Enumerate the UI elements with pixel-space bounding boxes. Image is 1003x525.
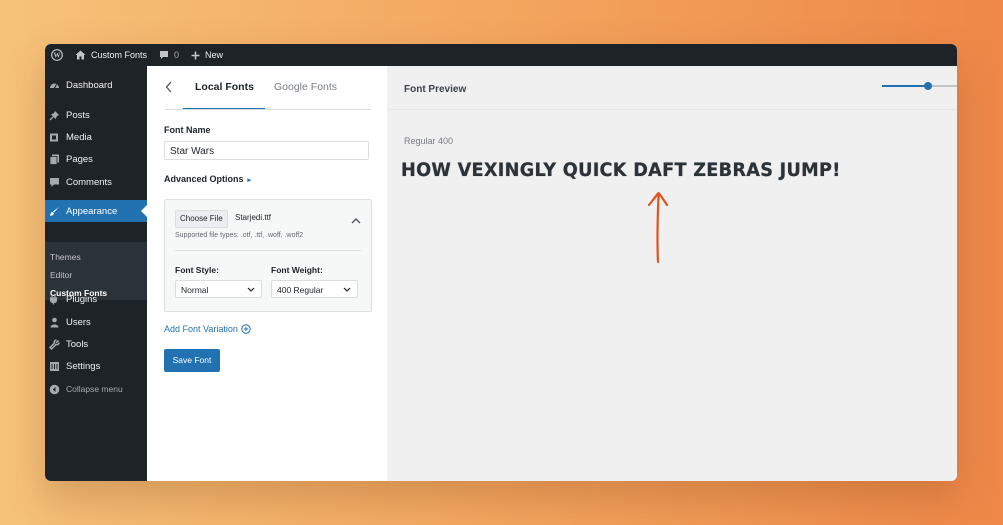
font-style-select[interactable]: Normal bbox=[175, 280, 262, 298]
comment-bubble-icon bbox=[159, 50, 169, 60]
comments-link[interactable]: 0 bbox=[153, 44, 185, 66]
font-style-value: Normal bbox=[181, 285, 209, 295]
sidebar-label: Posts bbox=[66, 109, 90, 121]
admin-sidebar: Dashboard Posts Media Pages Comments App… bbox=[45, 66, 147, 481]
wordpress-logo-icon[interactable]: W bbox=[45, 44, 69, 66]
sidebar-item-plugins[interactable]: Plugins bbox=[45, 288, 147, 310]
sidebar-label: Collapse menu bbox=[66, 384, 123, 394]
settings-icon bbox=[48, 360, 60, 372]
user-icon bbox=[48, 316, 60, 328]
save-font-button[interactable]: Save Font bbox=[164, 349, 220, 372]
sidebar-item-appearance[interactable]: Appearance bbox=[45, 200, 147, 222]
browser-window: W Custom Fonts 0 New Dashboard Posts Med… bbox=[45, 44, 957, 481]
annotation-arrow-icon bbox=[645, 190, 671, 271]
font-variation-card: Choose File Starjedi.ttf Supported file … bbox=[164, 199, 372, 312]
add-font-variation-link[interactable]: Add Font Variation bbox=[164, 324, 251, 334]
pin-icon bbox=[48, 109, 60, 121]
caret-right-icon: ▸ bbox=[247, 177, 252, 184]
sidebar-label: Settings bbox=[66, 360, 101, 372]
sidebar-item-media[interactable]: Media bbox=[45, 126, 147, 148]
preview-divider bbox=[387, 109, 957, 110]
sidebar-label: Tools bbox=[66, 338, 89, 350]
sidebar-label: Pages bbox=[66, 153, 93, 165]
submenu-item-editor[interactable]: Editor bbox=[50, 270, 72, 280]
tab-local-fonts[interactable]: Local Fonts bbox=[195, 81, 254, 93]
comment-icon bbox=[48, 176, 60, 188]
advanced-options-toggle[interactable]: Advanced Options ▸ bbox=[164, 174, 251, 184]
brush-icon bbox=[48, 205, 60, 217]
add-variation-label: Add Font Variation bbox=[164, 324, 238, 334]
sidebar-label: Users bbox=[66, 316, 91, 328]
sidebar-item-pages[interactable]: Pages bbox=[45, 148, 147, 170]
plus-circle-icon bbox=[241, 324, 251, 334]
plus-icon bbox=[191, 51, 200, 60]
dashboard-icon bbox=[48, 79, 60, 91]
choose-file-button[interactable]: Choose File bbox=[175, 210, 228, 228]
advanced-options-label: Advanced Options bbox=[164, 174, 244, 184]
font-preview-area: Font Preview Regular 400 How vexingly qu… bbox=[387, 66, 957, 481]
supported-file-types: Supported file types: .otf, .ttf, .woff,… bbox=[175, 232, 304, 239]
size-slider-thumb[interactable] bbox=[924, 82, 932, 90]
media-icon bbox=[48, 131, 60, 143]
font-name-label: Font Name bbox=[164, 125, 211, 135]
size-slider-fill bbox=[882, 85, 928, 87]
sidebar-item-dashboard[interactable]: Dashboard bbox=[45, 74, 147, 96]
selected-file-name: Starjedi.ttf bbox=[235, 213, 272, 222]
weight-label: Regular 400 bbox=[404, 136, 454, 146]
tab-google-fonts[interactable]: Google Fonts bbox=[274, 81, 337, 93]
svg-text:W: W bbox=[54, 52, 61, 60]
back-chevron-icon[interactable] bbox=[165, 81, 173, 96]
pages-icon bbox=[48, 153, 60, 165]
site-name-link[interactable]: Custom Fonts bbox=[69, 44, 153, 66]
tab-divider bbox=[165, 109, 371, 110]
plugin-icon bbox=[48, 293, 60, 305]
sidebar-label: Appearance bbox=[66, 205, 118, 217]
sidebar-label: Plugins bbox=[66, 293, 98, 305]
new-label: New bbox=[205, 50, 224, 60]
font-weight-value: 400 Regular bbox=[277, 285, 324, 295]
chevron-down-icon bbox=[343, 287, 351, 292]
font-name-input[interactable]: Star Wars bbox=[164, 141, 369, 160]
admin-bar: W Custom Fonts 0 New bbox=[45, 44, 957, 66]
collapse-menu-button[interactable]: Collapse menu bbox=[45, 378, 147, 400]
comments-count: 0 bbox=[174, 50, 180, 60]
sidebar-label: Media bbox=[66, 131, 92, 143]
font-settings-panel: Local Fonts Google Fonts Font Name Star … bbox=[147, 66, 387, 481]
font-weight-label: Font Weight: bbox=[271, 265, 323, 275]
wrench-icon bbox=[48, 338, 60, 350]
sidebar-label: Comments bbox=[66, 176, 112, 188]
submenu-item-themes[interactable]: Themes bbox=[50, 252, 81, 262]
sidebar-item-settings[interactable]: Settings bbox=[45, 355, 147, 377]
sidebar-item-posts[interactable]: Posts bbox=[45, 104, 147, 126]
sidebar-item-comments[interactable]: Comments bbox=[45, 171, 147, 193]
collapse-icon bbox=[48, 383, 60, 395]
sidebar-label: Dashboard bbox=[66, 79, 113, 91]
sidebar-item-tools[interactable]: Tools bbox=[45, 333, 147, 355]
chevron-up-icon[interactable] bbox=[351, 211, 361, 229]
new-content-link[interactable]: New bbox=[185, 44, 229, 66]
chevron-down-icon bbox=[247, 287, 255, 292]
font-style-label: Font Style: bbox=[175, 265, 219, 275]
preview-title: Font Preview bbox=[404, 84, 467, 95]
sidebar-item-users[interactable]: Users bbox=[45, 311, 147, 333]
home-icon bbox=[75, 50, 86, 60]
sample-text: How vexingly quick daft zebras jump! bbox=[401, 159, 841, 181]
card-divider bbox=[175, 250, 361, 251]
site-name: Custom Fonts bbox=[91, 50, 148, 60]
font-weight-select[interactable]: 400 Regular bbox=[271, 280, 358, 298]
